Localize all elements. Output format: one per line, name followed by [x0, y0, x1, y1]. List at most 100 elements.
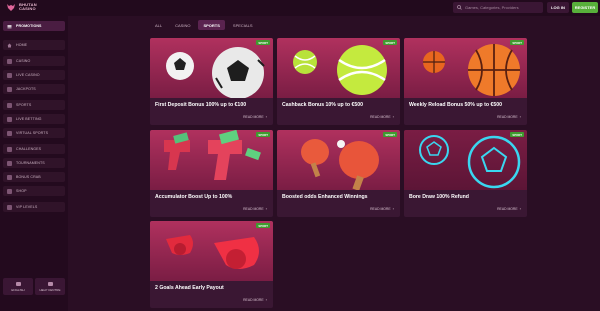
promo-title: Accumulator Boost Up to 100%	[155, 194, 233, 200]
promo-title: Bore Draw 100% Refund	[409, 194, 469, 200]
sidebar-item-shop[interactable]: SHOP	[3, 186, 65, 196]
tab-casino[interactable]: CASINO	[170, 20, 195, 30]
sidebar-item-live-casino[interactable]: LIVE CASINO	[3, 70, 65, 80]
read-more-label: READ MORE	[243, 114, 264, 119]
chevron-right-icon: ›	[392, 114, 394, 119]
crab-icon	[7, 174, 12, 180]
sidebar: PROMOTIONS HOME CASINO LIVE CASINO JACKP…	[0, 16, 68, 311]
sidebar-item-virtual-sports[interactable]: VIRTUAL SPORTS	[3, 128, 65, 138]
read-more-label: READ MORE	[370, 206, 391, 211]
sport-badge: SPORT	[510, 132, 524, 137]
sport-badge: SPORT	[383, 132, 397, 137]
chevron-right-icon: ›	[519, 206, 521, 211]
read-more-label: READ MORE	[243, 206, 264, 211]
home-icon	[7, 43, 12, 47]
read-more-link[interactable]: READ MORE ›	[370, 206, 394, 211]
sidebar-item-live-betting[interactable]: LIVE BETTING	[3, 114, 65, 124]
search-input[interactable]: Games, Categories, Providers	[453, 2, 543, 13]
register-button[interactable]: REGISTER	[572, 2, 598, 13]
sidebar-item-label: TOURNAMENTS	[16, 161, 45, 165]
read-more-link[interactable]: READ MORE ›	[497, 206, 521, 211]
sport-badge: SPORT	[256, 132, 270, 137]
sidebar-item-label: PROMOTIONS	[16, 24, 42, 28]
sidebar-item-label: BONUS CRAB	[16, 175, 41, 179]
promo-title: Boosted odds Enhanced Winnings	[282, 194, 368, 200]
sport-badge: SPORT	[256, 40, 270, 45]
brand-line-2: CASINO	[19, 6, 36, 11]
basketballs-image	[404, 38, 527, 98]
read-more-link[interactable]: READ MORE ›	[497, 114, 521, 119]
sport-badge: SPORT	[383, 40, 397, 45]
read-more-link[interactable]: READ MORE ›	[243, 114, 267, 119]
chevron-right-icon: ›	[265, 297, 267, 302]
promo-card-boosted-odds[interactable]: SPORT Boosted odds Enhanced Winnings REA…	[277, 130, 400, 217]
promo-card-accumulator[interactable]: SPORT Accumulator Boost Up to 100% READ …	[150, 130, 273, 217]
sidebar-item-home[interactable]: HOME	[3, 40, 65, 50]
help-icon	[47, 281, 53, 286]
language-label: ENGLISH	[11, 287, 25, 292]
sidebar-item-label: HOME	[16, 43, 28, 47]
ping-pong-image	[277, 130, 400, 190]
read-more-link[interactable]: READ MORE ›	[370, 114, 394, 119]
live-betting-icon	[7, 116, 12, 122]
sidebar-footer: ENGLISH HELP CENTRE	[3, 278, 65, 295]
tab-all[interactable]: ALL	[150, 20, 167, 30]
neon-balls-image	[404, 130, 527, 190]
sport-badge: SPORT	[510, 40, 524, 45]
sidebar-item-challenges[interactable]: CHALLENGES	[3, 144, 65, 154]
sidebar-item-promotions[interactable]: PROMOTIONS	[3, 21, 65, 31]
read-more-link[interactable]: READ MORE ›	[243, 297, 267, 302]
promo-card-bore-draw[interactable]: SPORT Bore Draw 100% Refund READ MORE ›	[404, 130, 527, 217]
sidebar-item-tournaments[interactable]: TOURNAMENTS	[3, 158, 65, 168]
chevron-right-icon: ›	[392, 206, 394, 211]
search-icon	[457, 5, 462, 10]
virtual-sports-icon	[7, 130, 12, 136]
promo-card-weekly-reload[interactable]: SPORT Weekly Reload Bonus 50% up to €500…	[404, 38, 527, 125]
login-button[interactable]: LOG IN	[547, 2, 569, 13]
sidebar-item-label: SHOP	[16, 189, 27, 193]
vip-icon	[7, 204, 12, 210]
sidebar-item-label: VIP LEVELS	[16, 205, 38, 209]
jackpot-icon	[7, 86, 12, 92]
money-guns-image	[150, 130, 273, 190]
read-more-link[interactable]: READ MORE ›	[243, 206, 267, 211]
sidebar-item-bonus-crab[interactable]: BONUS CRAB	[3, 172, 65, 182]
whistles-image	[150, 221, 273, 281]
sidebar-item-label: SPORTS	[16, 103, 32, 107]
trophy-icon	[7, 160, 12, 166]
chevron-right-icon: ›	[265, 114, 267, 119]
language-icon	[15, 281, 21, 286]
promo-title: First Deposit Bonus 100% up to €100	[155, 102, 247, 108]
tab-sports[interactable]: SPORTS	[198, 20, 225, 30]
read-more-label: READ MORE	[370, 114, 391, 119]
sports-icon	[7, 102, 12, 108]
promo-title: Cashback Bonus 10% up to €500	[282, 102, 364, 108]
sidebar-item-label: CHALLENGES	[16, 147, 42, 151]
read-more-label: READ MORE	[497, 114, 518, 119]
challenges-icon	[7, 146, 12, 152]
tab-specials[interactable]: SPECIALS	[228, 20, 258, 30]
search-placeholder: Games, Categories, Providers	[465, 5, 519, 10]
sidebar-item-jackpots[interactable]: JACKPOTS	[3, 84, 65, 94]
brand-logo[interactable]: BHUTAN CASINO	[6, 2, 37, 12]
read-more-label: READ MORE	[243, 297, 264, 302]
sidebar-item-label: JACKPOTS	[16, 87, 36, 91]
help-centre-button[interactable]: HELP CENTRE	[35, 278, 65, 295]
sidebar-item-label: LIVE BETTING	[16, 117, 42, 121]
sidebar-item-vip-levels[interactable]: VIP LEVELS	[3, 202, 65, 212]
language-button[interactable]: ENGLISH	[3, 278, 33, 295]
shop-icon	[7, 188, 12, 194]
sidebar-item-sports[interactable]: SPORTS	[3, 100, 65, 110]
read-more-label: READ MORE	[497, 206, 518, 211]
promotions-icon	[7, 24, 12, 28]
sidebar-item-label: CASINO	[16, 59, 31, 63]
help-centre-label: HELP CENTRE	[39, 287, 61, 292]
sidebar-item-label: LIVE CASINO	[16, 73, 40, 77]
promo-card-cashback[interactable]: SPORT Cashback Bonus 10% up to €500 READ…	[277, 38, 400, 125]
promo-filter-tabs: ALL CASINO SPORTS SPECIALS	[150, 20, 258, 30]
sidebar-item-casino[interactable]: CASINO	[3, 56, 65, 66]
promo-card-two-goals[interactable]: SPORT 2 Goals Ahead Early Payout READ MO…	[150, 221, 273, 308]
chevron-right-icon: ›	[265, 206, 267, 211]
promo-title: Weekly Reload Bonus 50% up to €500	[409, 102, 503, 108]
promo-card-first-deposit[interactable]: SPORT First Deposit Bonus 100% up to €10…	[150, 38, 273, 125]
